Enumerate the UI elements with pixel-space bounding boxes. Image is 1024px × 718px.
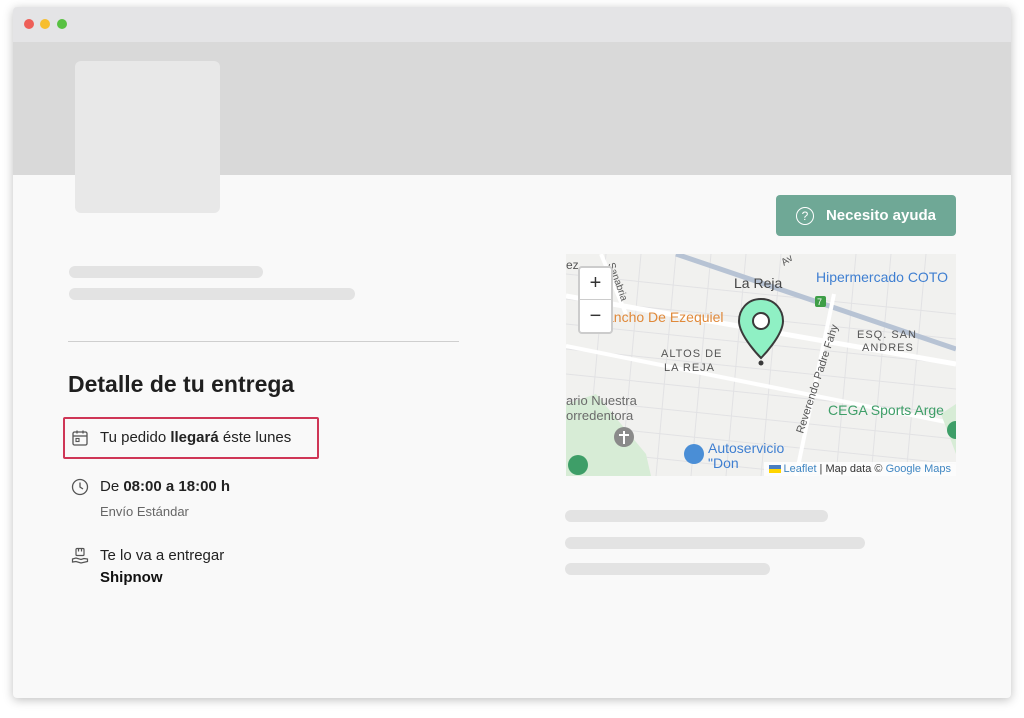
calendar-icon	[70, 428, 90, 448]
title-bar	[13, 7, 1011, 42]
svg-text:ALTOS DE: ALTOS DE	[661, 348, 722, 360]
svg-text:ario Nuestra: ario Nuestra	[566, 393, 638, 408]
svg-text:La Reja: La Reja	[734, 275, 782, 291]
zoom-out-button[interactable]: −	[580, 300, 611, 332]
help-button-label: Necesito ayuda	[825, 207, 937, 224]
google-maps-link[interactable]: Google Maps	[886, 463, 951, 475]
svg-text:7: 7	[817, 297, 822, 307]
map-tiles: 7 La Reja Hipermercado COTO ez ancho De …	[566, 254, 956, 476]
skeleton-line	[565, 563, 770, 575]
page-title: Detalle de tu entrega	[68, 371, 295, 397]
svg-text:"Don: "Don	[708, 455, 739, 471]
store-logo-placeholder	[75, 61, 220, 213]
help-question-icon: ?	[795, 206, 814, 225]
clock-icon	[70, 477, 90, 497]
ukraine-flag-icon	[769, 465, 782, 474]
carrier-label: Te lo va a entregar	[100, 547, 225, 564]
skeleton-line	[565, 537, 865, 549]
skeleton-line	[69, 266, 263, 278]
svg-text:ANDRES: ANDRES	[862, 342, 914, 354]
svg-text:orredentora: orredentora	[566, 408, 634, 423]
carrier-row: Te lo va a entregar Shipnow	[70, 546, 224, 588]
skeleton-line	[69, 288, 355, 300]
shipping-type: Envío Estándar	[100, 504, 189, 519]
divider	[68, 341, 459, 342]
map-attribution: Leaflet | Map data © Google Maps	[764, 462, 956, 476]
browser-window: Detalle de tu entrega Tu pedido llegará …	[13, 7, 1011, 698]
svg-text:ancho De Ezequiel: ancho De Ezequiel	[606, 309, 724, 325]
svg-text:Autoservicio: Autoservicio	[708, 440, 784, 456]
arrival-row: Tu pedido llegará éste lunes	[70, 428, 291, 448]
svg-text:CEGA Sports Arge: CEGA Sports Arge	[828, 402, 944, 418]
time-row: De 08:00 a 18:00 h Envío Estándar	[70, 477, 230, 521]
skeleton-line	[565, 510, 828, 522]
shop-poi-icon	[684, 444, 704, 464]
svg-text:Hipermercado COTO: Hipermercado COTO	[816, 269, 948, 285]
time-window-text: De 08:00 a 18:00 h	[100, 478, 231, 495]
park-poi-icon	[568, 455, 588, 475]
map-zoom-control: + −	[578, 266, 613, 334]
carrier-name: Shipnow	[100, 569, 163, 586]
delivery-map[interactable]: 7 La Reja Hipermercado COTO ez ancho De …	[566, 254, 956, 476]
maximize-window-button[interactable]	[57, 19, 67, 29]
svg-text:LA REJA: LA REJA	[664, 362, 715, 374]
svg-text:ez: ez	[566, 258, 579, 272]
minimize-window-button[interactable]	[40, 19, 50, 29]
svg-text:ESQ. SAN: ESQ. SAN	[857, 329, 917, 341]
close-window-button[interactable]	[24, 19, 34, 29]
zoom-in-button[interactable]: +	[580, 268, 611, 300]
leaflet-link[interactable]: Leaflet	[783, 463, 816, 475]
arrival-text: Tu pedido llegará éste lunes	[100, 429, 292, 446]
help-button[interactable]: ? Necesito ayuda	[776, 195, 956, 236]
delivery-hand-icon	[70, 546, 90, 566]
